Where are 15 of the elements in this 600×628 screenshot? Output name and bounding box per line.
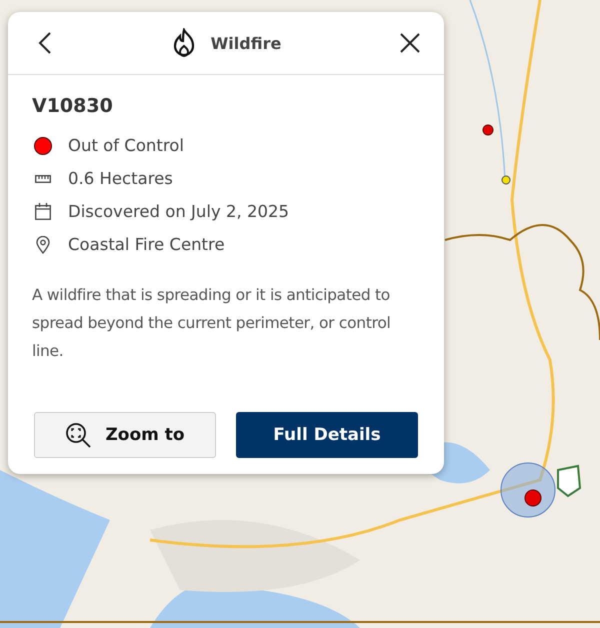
- panel-title: Wildfire: [210, 34, 282, 52]
- fire-id: V10830: [32, 95, 114, 117]
- detail-text: Coastal Fire Centre: [68, 235, 225, 254]
- close-icon[interactable]: [400, 33, 420, 53]
- back-icon[interactable]: [38, 32, 52, 54]
- detail-text: Discovered on July 2, 2025: [68, 202, 289, 221]
- detail-text: Out of Control: [68, 136, 184, 155]
- description: A wildfire that is spreading or it is anticipated to spread beyond the current perimeter, or control line.: [32, 285, 392, 362]
- location-pin-icon: [36, 236, 50, 254]
- zoom-to-button[interactable]: Zoom to: [34, 412, 216, 458]
- full-details-button[interactable]: Full Details: [236, 412, 418, 458]
- ruler-icon: [35, 174, 51, 182]
- calendar-icon: [35, 203, 51, 220]
- detail-text: 0.6 Hectares: [68, 169, 173, 188]
- zoom-to-icon: [65, 422, 92, 448]
